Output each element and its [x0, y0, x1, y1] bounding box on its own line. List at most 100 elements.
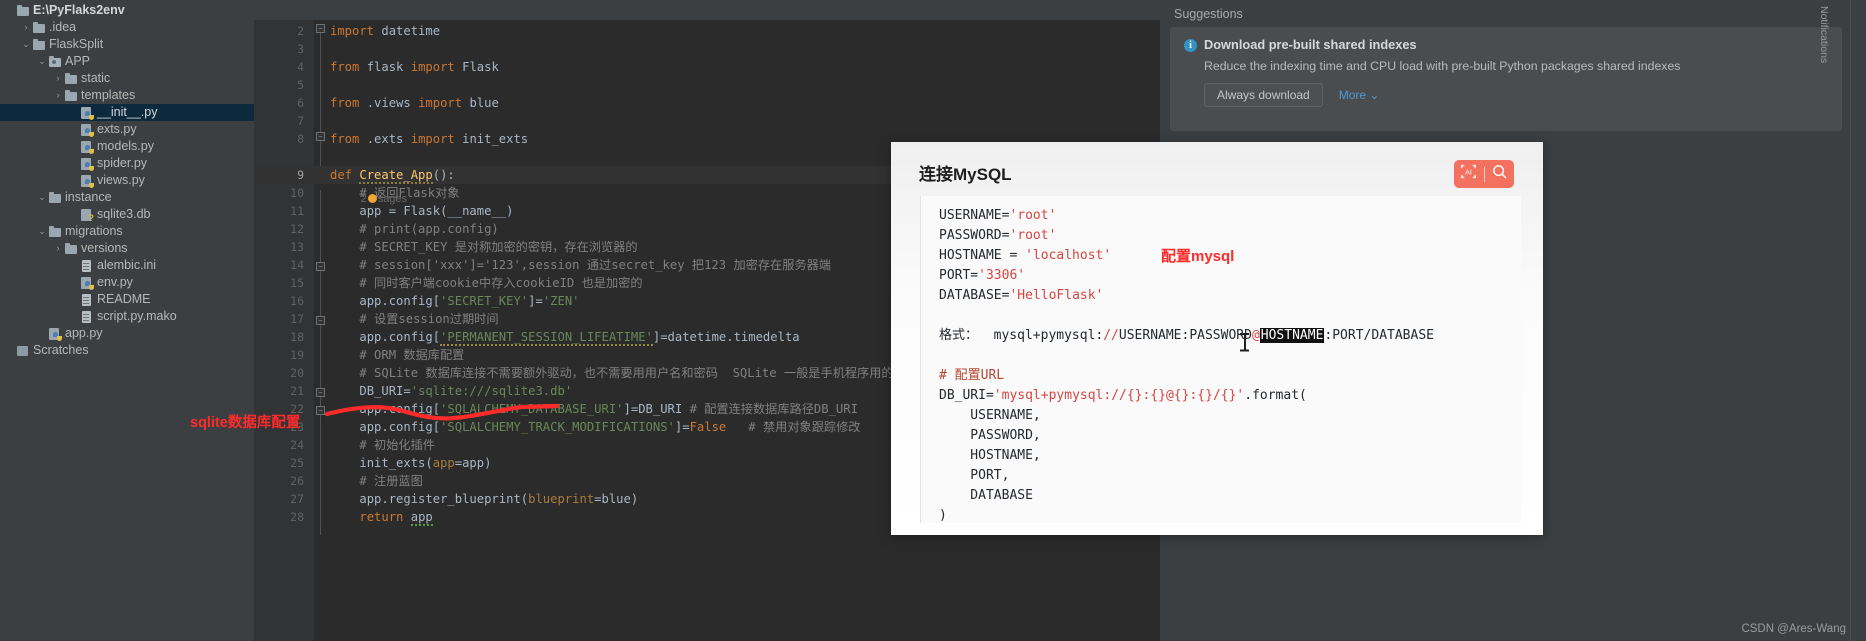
dialog-code-line: PASSWORD='root' [939, 228, 1057, 243]
tree-item-label: exts.py [97, 122, 137, 136]
tree-item-env-py[interactable]: >env.py [0, 274, 254, 291]
text-file-icon [80, 293, 94, 307]
folder-icon [16, 4, 30, 18]
tree-item-label: README [97, 292, 151, 306]
tree-item-label: versions [81, 241, 128, 255]
tree-item-exts-py[interactable]: >exts.py [0, 121, 254, 138]
line-content: from .exts import init_exts [330, 132, 529, 146]
text-cursor-icon [1240, 333, 1249, 351]
chevron-down-icon[interactable]: ⌄ [20, 36, 32, 53]
chevron-right-icon[interactable]: › [20, 19, 32, 36]
scratch-icon [16, 344, 30, 358]
tree-item-sqlite3-db[interactable]: >?sqlite3.db [0, 206, 254, 223]
ide-window: >E:\PyFlaks2env›.idea⌄FlaskSplit⌄APP›sta… [0, 0, 1866, 641]
line-number: 19 [290, 348, 304, 362]
watermark: CSDN @Ares-Wang [1741, 623, 1846, 635]
project-tree[interactable]: >E:\PyFlaks2env›.idea⌄FlaskSplit⌄APP›sta… [0, 2, 254, 359]
folder-icon [32, 38, 46, 52]
chevron-down-icon[interactable]: ⌄ [36, 223, 48, 240]
dialog-code-line: ) [939, 508, 947, 523]
tree-item-views-py[interactable]: >views.py [0, 172, 254, 189]
text-file-icon [80, 259, 94, 273]
chevron-right-icon[interactable]: › [52, 240, 64, 257]
notifications-label[interactable]: Notifications [1818, 6, 1830, 66]
source-folder-icon [48, 55, 62, 69]
tree-item-instance[interactable]: ⌄ instance [0, 189, 254, 206]
suggestion-card[interactable]: i Download pre-built shared indexes Redu… [1170, 27, 1842, 131]
unknown-file-icon: ? [80, 208, 94, 222]
tree-item-versions[interactable]: › versions [0, 240, 254, 257]
tree-item-label: script.py.mako [97, 309, 177, 323]
line-number: 12 [290, 222, 304, 236]
tree-item-spider-py[interactable]: >spider.py [0, 155, 254, 172]
line-number: 5 [297, 78, 304, 92]
intention-bulb-icon[interactable] [367, 194, 377, 203]
tree-item-templates[interactable]: › templates [0, 87, 254, 104]
svg-text:AI: AI [1465, 168, 1472, 176]
tree-item-app-py[interactable]: >app.py [0, 325, 254, 342]
tree-item-e-pyflaks2env[interactable]: >E:\PyFlaks2env [0, 2, 254, 19]
line-number: 2 [297, 24, 304, 38]
line-content: # ORM 数据库配置 [359, 348, 465, 362]
python-file-icon [80, 174, 94, 188]
tree-item-script-py-mako[interactable]: >script.py.mako [0, 308, 254, 325]
line-number: 25 [290, 456, 304, 470]
dialog-code-line: DATABASE='HelloFlask' [939, 288, 1104, 303]
dialog-code-line: PORT='3306' [939, 268, 1026, 283]
tree-item-label: alembic.ini [97, 258, 157, 272]
notifications-tool-strip[interactable]: Notifications [1818, 0, 1866, 641]
tree-item-label: static [81, 71, 111, 85]
project-tree-sidebar[interactable]: >E:\PyFlaks2env›.idea⌄FlaskSplit⌄APP›sta… [0, 0, 254, 641]
annotation-sqlite: sqlite数据库配置 [190, 415, 301, 431]
tree-item-label: app.py [65, 326, 103, 340]
line-content: import datetime [330, 24, 441, 38]
tree-item-migrations[interactable]: ⌄ migrations [0, 223, 254, 240]
folder-icon [64, 72, 78, 86]
line-number: 4 [297, 60, 304, 74]
tree-item-readme[interactable]: >README [0, 291, 254, 308]
dialog-code-line [939, 346, 1521, 366]
annotation-underline [325, 403, 560, 421]
line-content: # 注册蓝图 [359, 474, 423, 488]
tree-item--idea[interactable]: › .idea [0, 19, 254, 36]
chevron-down-icon[interactable]: ⌄ [36, 189, 48, 206]
line-content: # 设置session过期时间 [359, 312, 499, 326]
tree-item-label: views.py [97, 173, 145, 187]
chevron-right-icon[interactable]: › [52, 87, 64, 104]
always-download-button[interactable]: Always download [1204, 83, 1323, 107]
search-icon[interactable] [1491, 163, 1508, 185]
line-content: # session['xxx']='123',session 通过secret_… [359, 258, 831, 272]
suggestion-body: Reduce the indexing time and CPU load wi… [1204, 59, 1681, 73]
tree-item-models-py[interactable]: >models.py [0, 138, 254, 155]
tree-item-static[interactable]: › static [0, 70, 254, 87]
folder-icon [48, 225, 62, 239]
dialog-code-line: DB_URI='mysql+pymysql://{}:{}@{}:{}/{}'.… [939, 388, 1307, 403]
tree-item--init-py[interactable]: >__init__.py [0, 104, 254, 121]
line-number: 16 [290, 294, 304, 308]
usages-label: sages [377, 193, 408, 205]
tree-item-alembic-ini[interactable]: >alembic.ini [0, 257, 254, 274]
chevron-down-icon[interactable]: ⌄ [36, 53, 48, 70]
tree-item-app[interactable]: ⌄ APP [0, 53, 254, 70]
folder-icon [64, 89, 78, 103]
tree-item-scratches[interactable]: >Scratches [0, 342, 254, 359]
tree-item-label: APP [65, 54, 91, 68]
dialog-code-line: DATABASE [939, 488, 1033, 503]
line-content: from flask import Flask [330, 60, 499, 74]
line-content: # 初始化插件 [359, 438, 435, 452]
line-number: 24 [290, 438, 304, 452]
python-file-icon [80, 140, 94, 154]
line-number: 20 [290, 366, 304, 380]
tree-item-label: .idea [49, 20, 77, 34]
ai-scan-icon[interactable]: AI [1460, 163, 1477, 185]
dialog-toolbar[interactable]: AI [1454, 160, 1514, 188]
mysql-connection-dialog[interactable]: 连接MySQL AI USERNAME='root' PASSWORD='root… [891, 142, 1543, 535]
tree-item-flasksplit[interactable]: ⌄ FlaskSplit [0, 36, 254, 53]
line-number: 27 [290, 492, 304, 506]
line-number: 7 [297, 114, 304, 128]
line-content: from .views import blue [330, 96, 499, 110]
line-number: 14 [290, 258, 304, 272]
tree-item-label: instance [65, 190, 112, 204]
chevron-right-icon[interactable]: › [52, 70, 64, 87]
more-link[interactable]: More ⌄ [1339, 88, 1380, 102]
